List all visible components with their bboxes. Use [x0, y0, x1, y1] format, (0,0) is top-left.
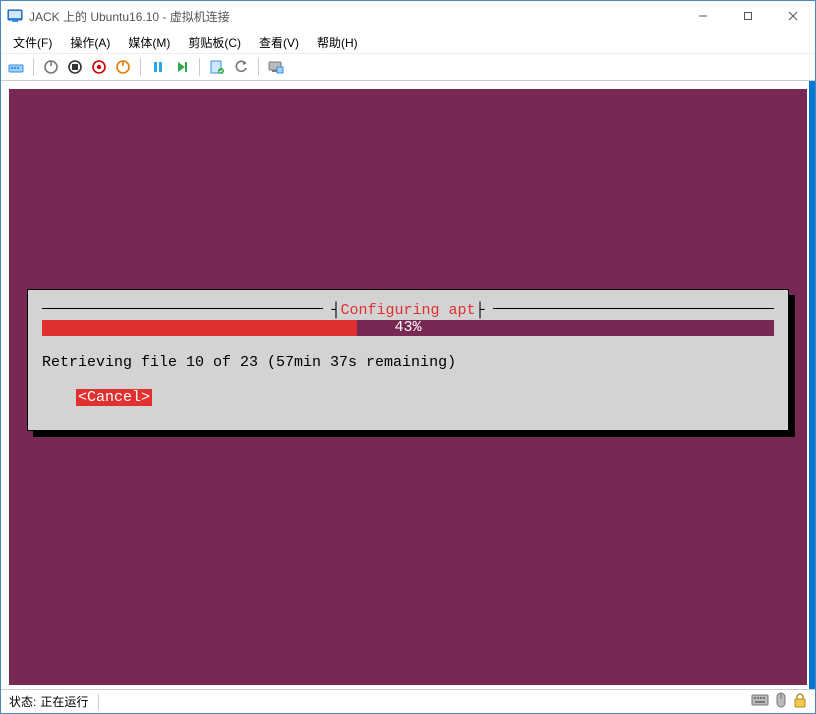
start-button[interactable]	[40, 56, 62, 78]
turn-off-button[interactable]	[64, 56, 86, 78]
keyboard-icon	[751, 693, 769, 710]
ctrl-alt-del-button[interactable]	[5, 56, 27, 78]
statusbar: 状态: 正在运行	[1, 689, 815, 713]
host-desktop-edge	[809, 81, 815, 689]
installer-status: Retrieving file 10 of 23 (57min 37s rema…	[42, 354, 774, 371]
menubar: 文件(F) 操作(A) 媒体(M) 剪贴板(C) 查看(V) 帮助(H)	[1, 31, 815, 53]
menu-help[interactable]: 帮助(H)	[309, 32, 366, 53]
installer-dialog: ┤ Configuring apt ├ 43% Retrieving file …	[27, 289, 789, 431]
menu-view[interactable]: 查看(V)	[251, 32, 307, 53]
pause-button[interactable]	[147, 56, 169, 78]
menu-file[interactable]: 文件(F)	[5, 32, 60, 53]
shutdown-button[interactable]	[88, 56, 110, 78]
menu-media[interactable]: 媒体(M)	[120, 32, 178, 53]
close-button[interactable]	[770, 1, 815, 31]
lock-icon	[793, 692, 807, 711]
app-icon	[7, 8, 23, 24]
cancel-button[interactable]: <Cancel>	[76, 389, 152, 406]
enhanced-session-button[interactable]	[265, 56, 287, 78]
installer-title: ┤ Configuring apt ├	[323, 302, 492, 319]
vm-display[interactable]: ┤ Configuring apt ├ 43% Retrieving file …	[1, 81, 815, 689]
toolbar-separator	[33, 58, 34, 76]
toolbar-separator	[140, 58, 141, 76]
revert-button[interactable]	[230, 56, 252, 78]
mouse-icon	[775, 692, 787, 711]
menu-action[interactable]: 操作(A)	[62, 32, 118, 53]
save-button[interactable]	[112, 56, 134, 78]
status-label: 状态:	[9, 693, 36, 710]
guest-screen: ┤ Configuring apt ├ 43% Retrieving file …	[9, 89, 807, 685]
maximize-button[interactable]	[725, 1, 770, 31]
progress-text: 43%	[42, 320, 774, 336]
checkpoint-button[interactable]	[206, 56, 228, 78]
toolbar-separator	[199, 58, 200, 76]
installer-dialog-wrap: ┤ Configuring apt ├ 43% Retrieving file …	[27, 289, 789, 431]
reset-button[interactable]	[171, 56, 193, 78]
titlebar: JACK 上的 Ubuntu16.10 - 虚拟机连接	[1, 1, 815, 31]
menu-clipboard[interactable]: 剪贴板(C)	[180, 32, 249, 53]
status-value: 正在运行	[40, 693, 88, 710]
window-title: JACK 上的 Ubuntu16.10 - 虚拟机连接	[29, 8, 680, 25]
toolbar-separator	[258, 58, 259, 76]
statusbar-separator	[98, 694, 99, 710]
minimize-button[interactable]	[680, 1, 725, 31]
window-controls	[680, 1, 815, 31]
toolbar	[1, 53, 815, 81]
installer-title-text: Configuring apt	[340, 302, 475, 319]
hyperv-window: JACK 上的 Ubuntu16.10 - 虚拟机连接 文件(F) 操作(A) …	[0, 0, 816, 714]
progress-bar: 43%	[42, 320, 774, 336]
